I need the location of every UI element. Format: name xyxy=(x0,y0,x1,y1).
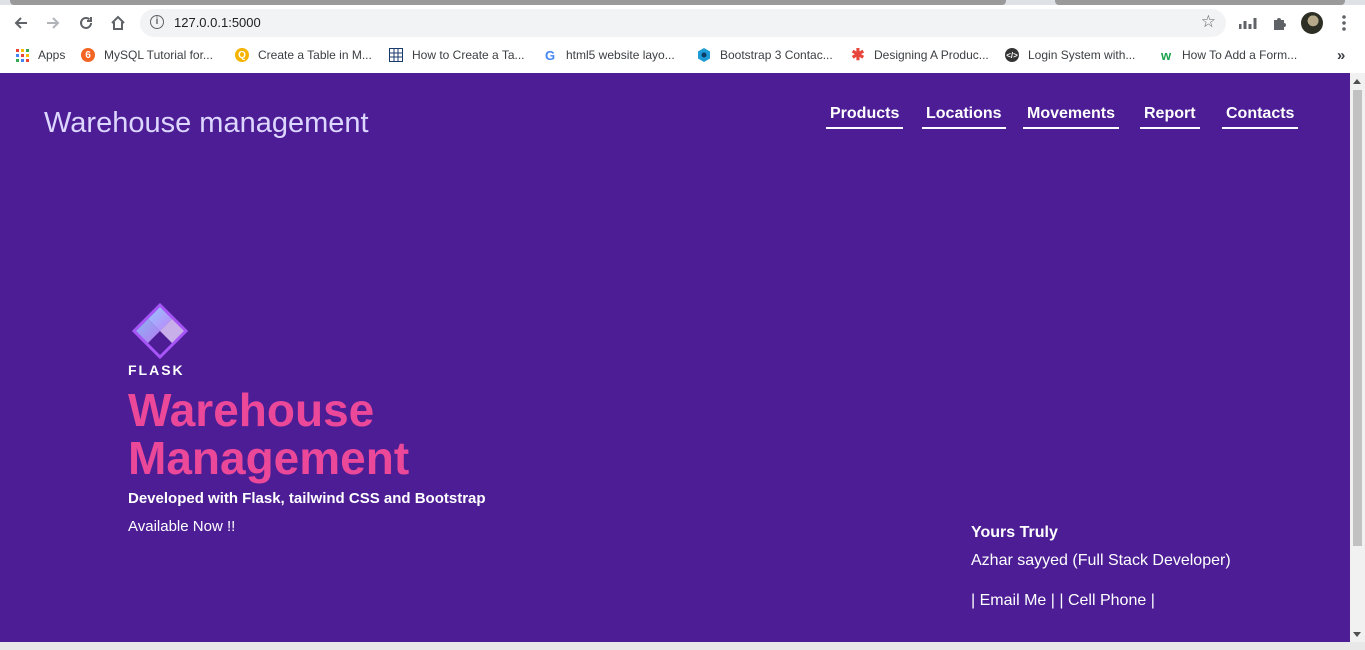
bookmark-mysql-tutorial[interactable]: 6 MySQL Tutorial for... xyxy=(81,44,213,66)
home-icon[interactable] xyxy=(106,11,130,35)
site-info-icon[interactable]: i xyxy=(150,15,164,29)
bookmark-designing-product[interactable]: ✱ Designing A Produc... xyxy=(851,44,989,66)
browser-tab[interactable] xyxy=(1055,0,1345,5)
bookmark-label: Login System with... xyxy=(1028,48,1136,62)
flask-logo-text: FLASK xyxy=(128,362,185,378)
bookmark-html5-layout[interactable]: G html5 website layo... xyxy=(543,44,675,66)
site-brand[interactable]: Warehouse management xyxy=(44,107,369,140)
nav-report[interactable]: Report xyxy=(1140,105,1200,129)
bookmark-apps[interactable]: Apps xyxy=(15,44,65,66)
bookmark-login-system[interactable]: </> Login System with... xyxy=(1005,44,1135,66)
bookmarks-bar: Apps 6 MySQL Tutorial for... Q Create a … xyxy=(0,44,1365,66)
bookmark-add-form[interactable]: w How To Add a Form... xyxy=(1159,44,1297,66)
hero-title: Warehouse Management xyxy=(128,386,409,482)
bookmark-label: Bootstrap 3 Contac... xyxy=(720,48,833,62)
bookmark-label: Apps xyxy=(38,48,66,62)
back-arrow-icon[interactable] xyxy=(9,11,33,35)
bottom-edge xyxy=(0,642,1365,650)
nav-products[interactable]: Products xyxy=(826,105,904,129)
search-favicon-icon: Q xyxy=(235,48,249,62)
bookmark-bootstrap-contact[interactable]: Bootstrap 3 Contac... xyxy=(697,44,833,66)
table-favicon-icon xyxy=(389,48,403,62)
cell-phone-link[interactable]: Cell Phone xyxy=(1068,592,1146,609)
page-content: Warehouse management Products Locations … xyxy=(0,73,1350,642)
scroll-down-arrow-icon[interactable] xyxy=(1353,632,1361,637)
profile-avatar[interactable] xyxy=(1301,12,1323,34)
browser-tab-active[interactable] xyxy=(10,0,1006,5)
bookmark-star-icon[interactable]: ☆ xyxy=(1201,12,1216,32)
nav-contacts[interactable]: Contacts xyxy=(1222,105,1299,129)
availability-text: Available Now !! xyxy=(128,518,236,535)
hero-title-line1: Warehouse xyxy=(128,384,375,436)
scrollbar-thumb[interactable] xyxy=(1353,90,1362,546)
bookmark-label: Create a Table in M... xyxy=(258,48,372,62)
bookmark-label: MySQL Tutorial for... xyxy=(104,48,213,62)
separator: | | xyxy=(1050,592,1064,609)
nav-movements[interactable]: Movements xyxy=(1023,105,1120,129)
footer-heading: Yours Truly xyxy=(971,524,1058,541)
w-favicon-icon: w xyxy=(1160,47,1172,63)
tab-strip xyxy=(0,0,1365,5)
bookmark-label: How to Create a Ta... xyxy=(412,48,525,62)
address-bar[interactable]: i 127.0.0.1:5000 ☆ xyxy=(140,9,1226,37)
mysql-favicon-icon: 6 xyxy=(81,48,95,62)
more-bookmarks-chevron-icon[interactable]: » xyxy=(1337,44,1345,66)
email-me-link[interactable]: Email Me xyxy=(980,592,1047,609)
code-favicon-icon: </> xyxy=(1005,48,1019,62)
bookmark-create-table[interactable]: Q Create a Table in M... xyxy=(235,44,372,66)
url-text[interactable]: 127.0.0.1:5000 xyxy=(174,15,261,30)
bookmark-how-to-create-table[interactable]: How to Create a Ta... xyxy=(389,44,525,66)
hero-subtitle: Developed with Flask, tailwind CSS and B… xyxy=(128,490,486,507)
bookmark-label: html5 website layo... xyxy=(566,48,675,62)
bookmark-label: Designing A Produc... xyxy=(874,48,989,62)
hexagon-favicon-icon xyxy=(697,48,711,62)
bookmark-label: How To Add a Form... xyxy=(1182,48,1298,62)
contact-links: | Email Me | | Cell Phone | xyxy=(971,592,1155,610)
browser-chrome: i 127.0.0.1:5000 ☆ Apps 6 MySQL Tutorial… xyxy=(0,0,1365,73)
vertical-scrollbar[interactable] xyxy=(1350,73,1365,642)
footer-author: Azhar sayyed (Full Stack Developer) xyxy=(971,552,1231,569)
reload-icon[interactable] xyxy=(74,11,98,35)
extensions-puzzle-icon[interactable] xyxy=(1269,12,1291,34)
asterisk-favicon-icon: ✱ xyxy=(851,47,865,64)
nav-locations[interactable]: Locations xyxy=(922,105,1006,129)
google-favicon-icon: G xyxy=(544,47,556,63)
scroll-up-arrow-icon[interactable] xyxy=(1353,79,1361,84)
flask-logo-icon xyxy=(128,302,190,361)
forward-arrow-icon[interactable] xyxy=(41,11,65,35)
analytics-extension-icon[interactable] xyxy=(1237,12,1259,34)
separator: | xyxy=(1150,592,1155,609)
hero-title-line2: Management xyxy=(128,432,410,484)
separator: | xyxy=(971,592,976,609)
kebab-menu-icon[interactable] xyxy=(1333,12,1355,34)
apps-grid-icon xyxy=(15,48,29,62)
